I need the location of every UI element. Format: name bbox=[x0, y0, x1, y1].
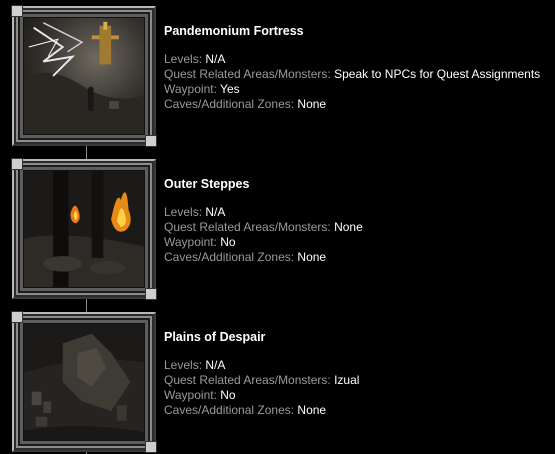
field-value: N/A bbox=[205, 358, 226, 372]
caves-row: Caves/Additional Zones: None bbox=[164, 403, 555, 418]
field-label: Caves/Additional Zones: bbox=[164, 250, 295, 264]
field-label: Levels: bbox=[164, 358, 203, 372]
waypoint-row: Waypoint: Yes bbox=[164, 82, 555, 97]
field-label: Caves/Additional Zones: bbox=[164, 403, 295, 417]
levels-row: Levels: N/A bbox=[164, 358, 555, 373]
field-label: Quest Related Areas/Monsters: bbox=[164, 67, 331, 81]
field-value: Speak to NPCs for Quest Assignments bbox=[334, 67, 541, 81]
waypoint-row: Waypoint: No bbox=[164, 388, 555, 403]
thumbnail-frame bbox=[11, 158, 157, 300]
field-label: Quest Related Areas/Monsters: bbox=[164, 373, 331, 387]
area-info: Pandemonium Fortress Levels: N/A Quest R… bbox=[164, 24, 555, 112]
field-value: N/A bbox=[205, 205, 226, 219]
field-label: Quest Related Areas/Monsters: bbox=[164, 220, 331, 234]
area-title[interactable]: Pandemonium Fortress bbox=[164, 24, 555, 39]
area-thumbnail-image[interactable] bbox=[23, 323, 145, 441]
area-thumbnail-image[interactable] bbox=[23, 170, 145, 288]
area-entry-outer-steppes: Outer Steppes Levels: N/A Quest Related … bbox=[11, 158, 555, 300]
field-value: No bbox=[220, 235, 236, 249]
field-value: None bbox=[334, 220, 363, 234]
field-value: N/A bbox=[205, 52, 226, 66]
caves-row: Caves/Additional Zones: None bbox=[164, 97, 555, 112]
field-label: Waypoint: bbox=[164, 388, 217, 402]
area-title[interactable]: Plains of Despair bbox=[164, 330, 555, 345]
area-info: Plains of Despair Levels: N/A Quest Rela… bbox=[164, 330, 555, 418]
area-entry-pandemonium-fortress: Pandemonium Fortress Levels: N/A Quest R… bbox=[11, 5, 555, 147]
field-label: Waypoint: bbox=[164, 82, 217, 96]
field-label: Caves/Additional Zones: bbox=[164, 97, 295, 111]
quest-row: Quest Related Areas/Monsters: Izual bbox=[164, 373, 555, 388]
area-entry-plains-of-despair: Plains of Despair Levels: N/A Quest Rela… bbox=[11, 311, 555, 453]
field-value: Izual bbox=[334, 373, 360, 387]
field-label: Levels: bbox=[164, 52, 203, 66]
area-title[interactable]: Outer Steppes bbox=[164, 177, 555, 192]
field-label: Levels: bbox=[164, 205, 203, 219]
thumbnail-frame bbox=[11, 311, 157, 453]
field-value: Yes bbox=[220, 82, 240, 96]
caves-row: Caves/Additional Zones: None bbox=[164, 250, 555, 265]
field-value: None bbox=[297, 250, 327, 264]
quest-row: Quest Related Areas/Monsters: None bbox=[164, 220, 555, 235]
area-thumbnail-image[interactable] bbox=[23, 17, 145, 135]
waypoint-row: Waypoint: No bbox=[164, 235, 555, 250]
quest-row: Quest Related Areas/Monsters: Speak to N… bbox=[164, 67, 555, 82]
levels-row: Levels: N/A bbox=[164, 52, 555, 67]
field-value: None bbox=[297, 97, 327, 111]
field-value: No bbox=[220, 388, 236, 402]
levels-row: Levels: N/A bbox=[164, 205, 555, 220]
area-info: Outer Steppes Levels: N/A Quest Related … bbox=[164, 177, 555, 265]
field-value: None bbox=[297, 403, 327, 417]
field-label: Waypoint: bbox=[164, 235, 217, 249]
thumbnail-frame bbox=[11, 5, 157, 147]
